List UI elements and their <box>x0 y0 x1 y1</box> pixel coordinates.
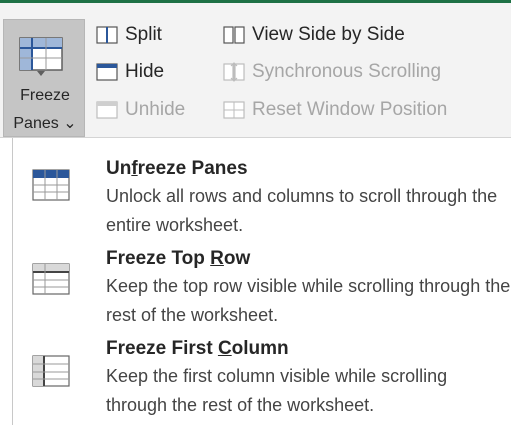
view-side-by-side-button[interactable]: View Side by Side <box>222 20 405 50</box>
freeze-panes-icon <box>19 37 63 76</box>
split-icon <box>96 26 118 44</box>
reset-window-position-icon <box>223 101 245 119</box>
split-button[interactable]: Split <box>95 20 162 50</box>
unhide-label: Unhide <box>125 99 186 120</box>
freeze-top-row-icon <box>32 263 70 295</box>
freeze-first-column-description: Keep the first column visible while scro… <box>106 366 448 415</box>
split-label: Split <box>125 24 162 45</box>
freeze-first-column-title: Freeze First Column <box>106 338 289 359</box>
freeze-panes-dropdown-menu: Unfreeze Panes Unlock all rows and colum… <box>12 138 511 425</box>
unfreeze-panes-title: Unfreeze Panes <box>106 158 248 179</box>
menu-item-freeze-first-column[interactable]: Freeze First Column Keep the first colum… <box>13 326 511 422</box>
synchronous-scrolling-button: Synchronous Scrolling <box>222 57 441 87</box>
hide-window-icon <box>96 63 118 81</box>
view-side-by-side-label: View Side by Side <box>252 24 405 45</box>
menu-item-unfreeze-panes[interactable]: Unfreeze Panes Unlock all rows and colum… <box>13 144 511 240</box>
freeze-panes-label: Freeze Panes ⌄ <box>13 87 77 132</box>
view-ribbon-window-group: Freeze Panes ⌄ Split Hide Unhide View Sid… <box>0 3 511 138</box>
unhide-window-icon <box>96 101 118 119</box>
hide-label: Hide <box>125 61 165 82</box>
synchronous-scrolling-label: Synchronous Scrolling <box>252 61 442 82</box>
unhide-button: Unhide <box>95 95 185 125</box>
freeze-top-row-description: Keep the top row visible while scrolling… <box>106 276 511 325</box>
hide-button[interactable]: Hide <box>95 57 164 87</box>
freeze-first-column-icon <box>32 355 70 387</box>
menu-item-freeze-top-row[interactable]: Freeze Top Row Keep the top row visible … <box>13 236 511 332</box>
unfreeze-panes-icon <box>32 169 70 201</box>
reset-window-position-label: Reset Window Position <box>252 99 448 120</box>
synchronous-scrolling-icon <box>223 62 245 82</box>
reset-window-position-button: Reset Window Position <box>222 95 447 125</box>
freeze-panes-button[interactable]: Freeze Panes ⌄ <box>3 19 85 137</box>
unfreeze-panes-description: Unlock all rows and columns to scroll th… <box>106 186 498 235</box>
freeze-top-row-title: Freeze Top Row <box>106 248 251 269</box>
side-by-side-icon <box>223 26 245 44</box>
